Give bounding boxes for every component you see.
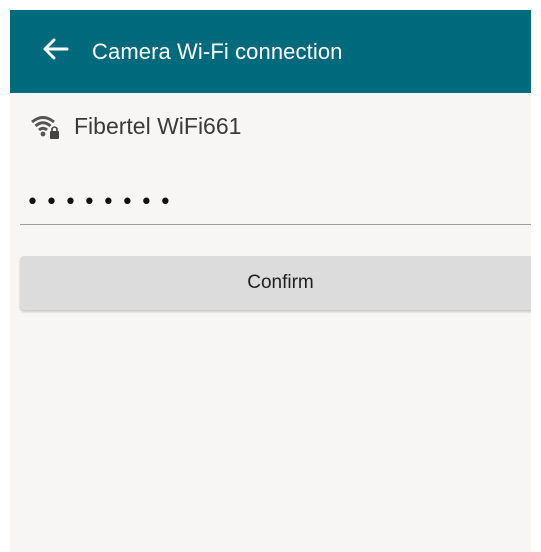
network-row: Fibertel WiFi661 — [30, 113, 241, 140]
confirm-button[interactable]: Confirm — [20, 256, 541, 310]
content-area: Fibertel WiFi661 Confirm — [10, 93, 541, 552]
wifi-lock-icon — [30, 114, 60, 140]
left-edge — [0, 0, 10, 552]
confirm-button-label: Confirm — [247, 272, 314, 293]
password-field[interactable] — [20, 181, 541, 225]
network-name: Fibertel WiFi661 — [74, 113, 242, 139]
screen: Camera Wi-Fi connection Fibertel WiFi661… — [0, 0, 541, 552]
back-button[interactable] — [24, 10, 86, 93]
app-bar: Camera Wi-Fi connection — [10, 10, 531, 93]
status-strip — [0, 0, 541, 10]
right-edge — [531, 0, 541, 552]
arrow-left-icon — [41, 37, 69, 66]
page-title: Camera Wi-Fi connection — [92, 38, 343, 64]
